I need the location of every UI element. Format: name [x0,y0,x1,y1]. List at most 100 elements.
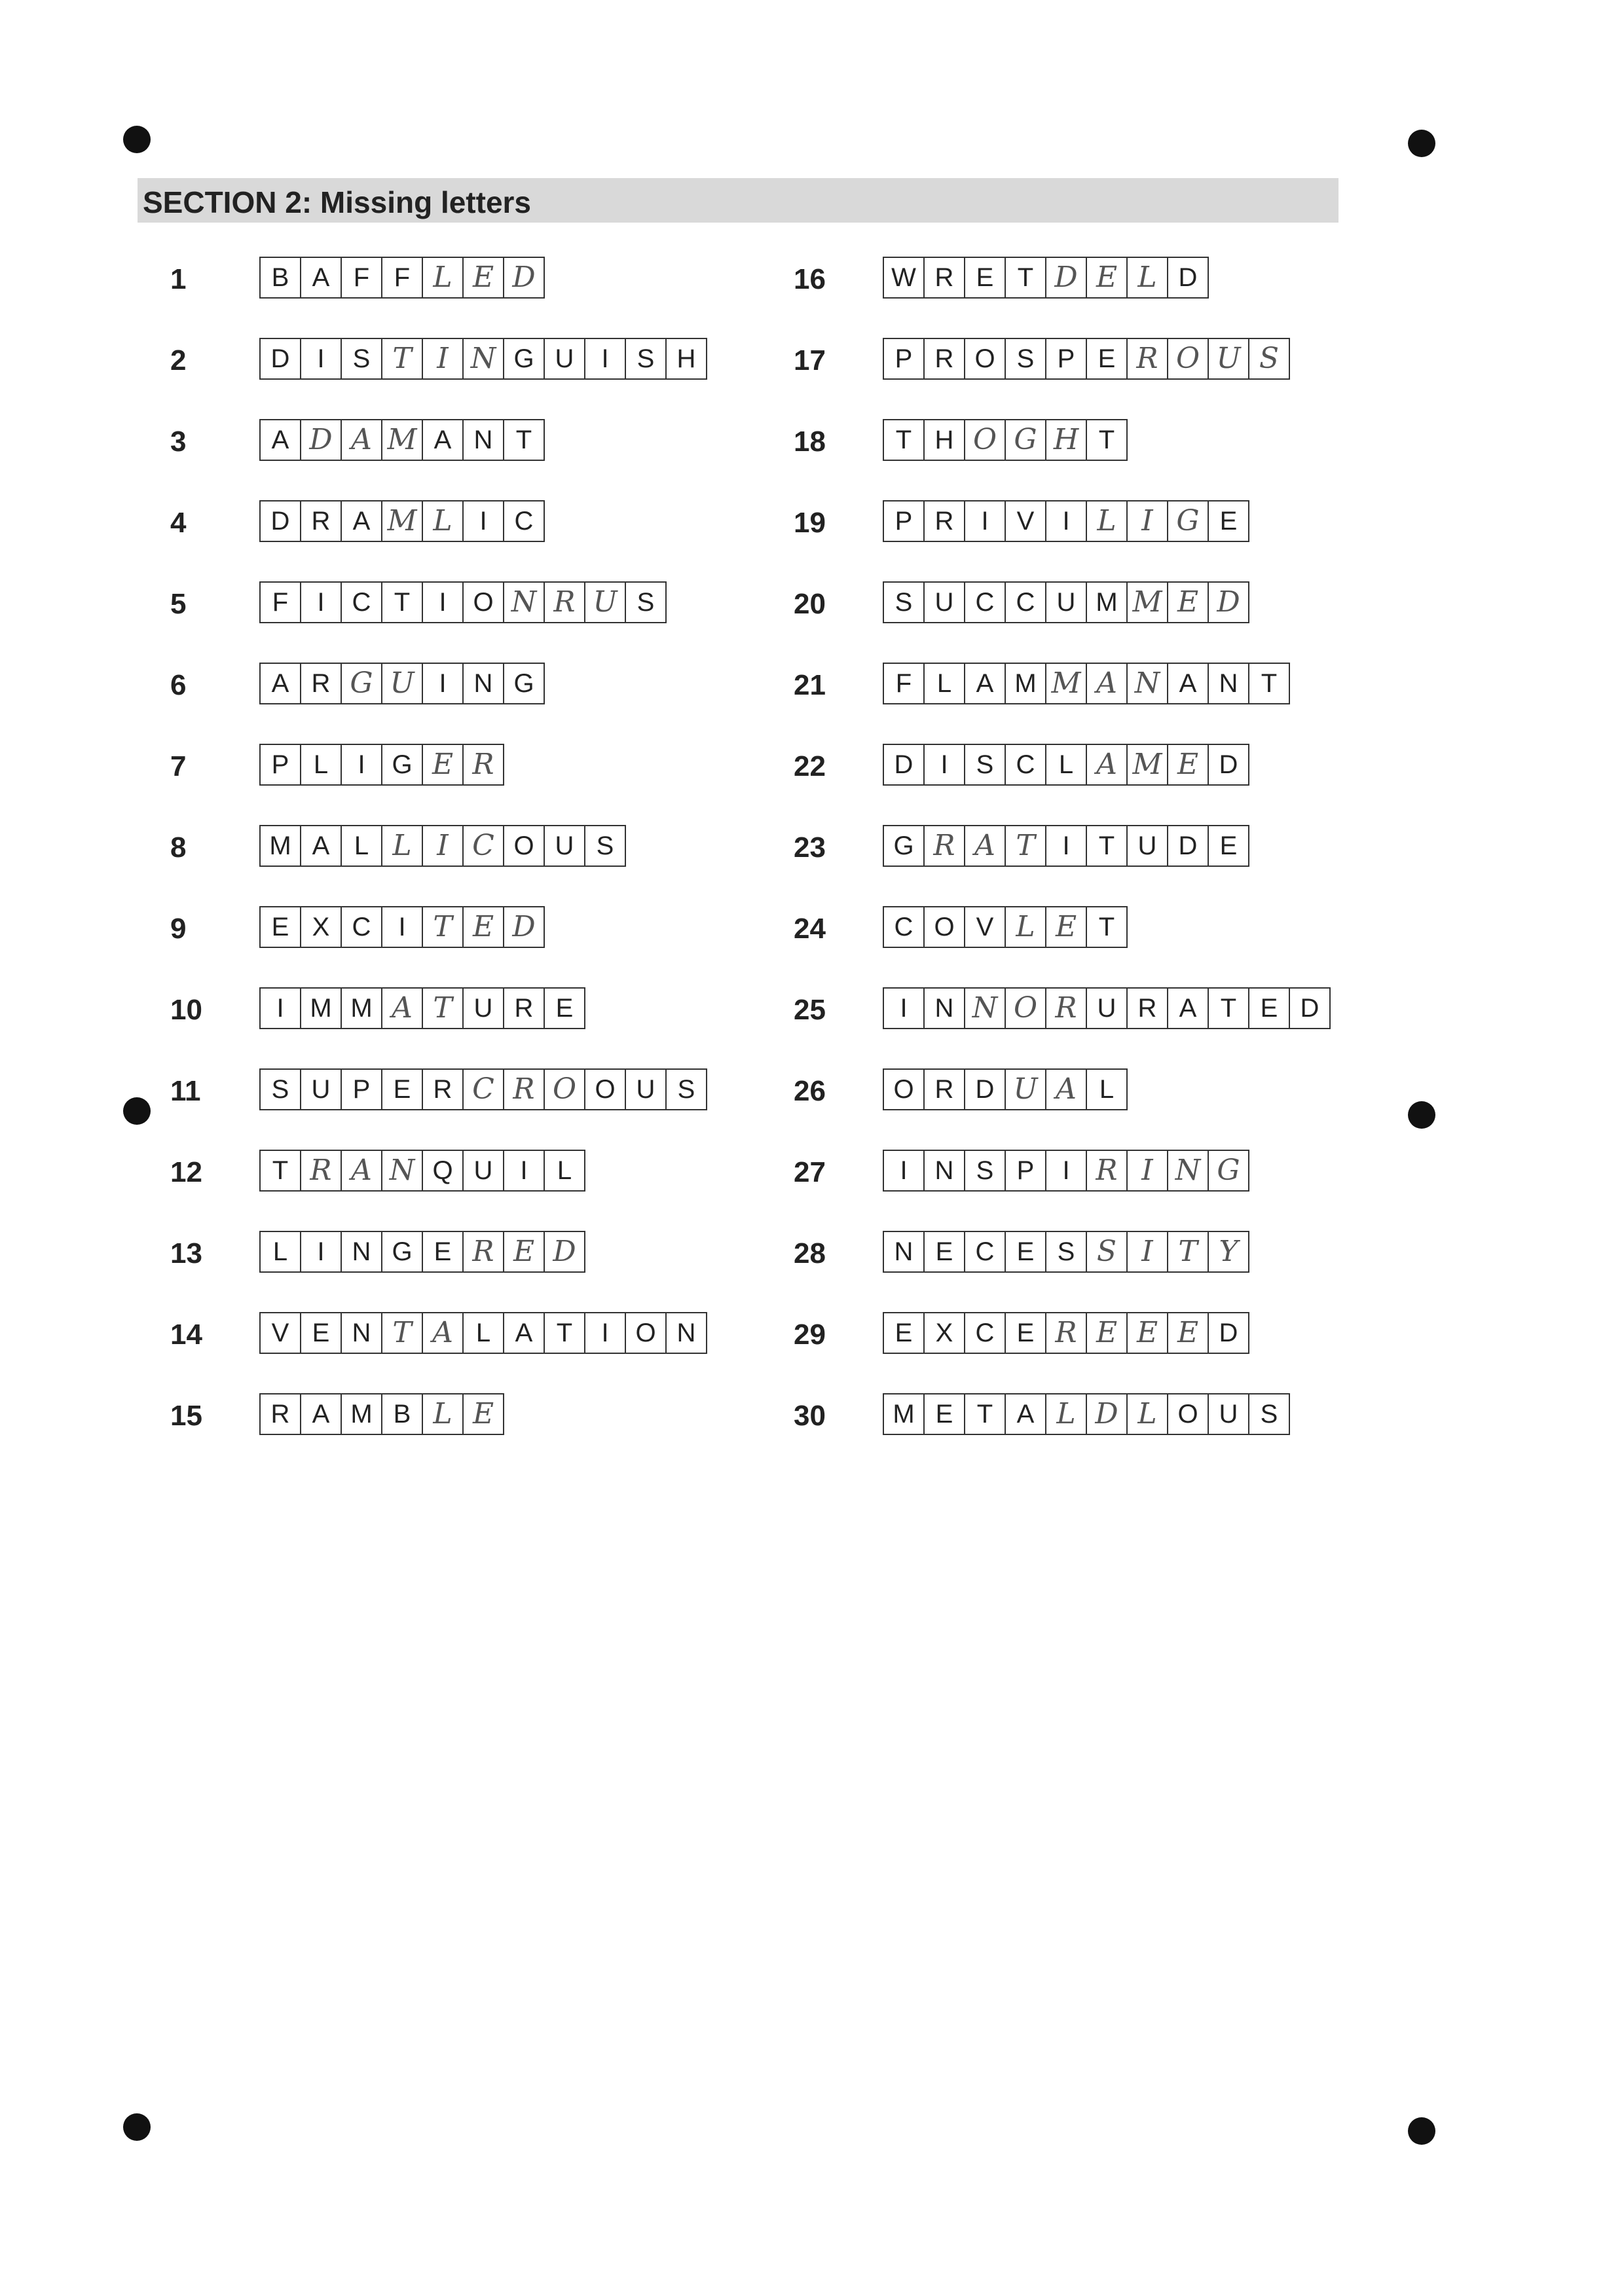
letter-box-filled[interactable]: A [341,420,381,460]
letter-box-filled[interactable]: N [503,583,544,622]
letter-box-filled[interactable]: L [1045,1394,1086,1434]
letter-box-filled[interactable]: G [1208,1151,1248,1190]
letter-box-filled[interactable]: N [462,339,503,378]
letter-box-filled[interactable]: D [1086,1394,1126,1434]
letter-box-filled[interactable]: A [1045,1070,1086,1109]
letter-box-filled[interactable]: N [1167,1151,1208,1190]
letter-box-filled[interactable]: A [422,1313,462,1353]
letter-box-filled[interactable]: E [1167,1313,1208,1353]
letter-box: O [503,826,544,866]
letter-box-filled[interactable]: I [1126,501,1167,541]
letter-box-filled[interactable]: M [1126,583,1167,622]
letter-box-filled[interactable]: E [1086,1313,1126,1353]
letter-box: B [271,263,289,292]
letter-box-filled[interactable]: O [544,1070,584,1109]
letter-box-filled[interactable]: T [1167,1232,1208,1271]
letter-box-filled[interactable]: E [462,907,503,947]
letter-box-filled[interactable]: D [503,258,544,297]
letter-box-filled[interactable]: N [381,1151,422,1190]
letter-box: E [544,989,584,1028]
letter-box-filled[interactable]: D [503,907,544,947]
letter-box-filled[interactable]: O [964,420,1005,460]
letter-box-filled[interactable]: C [462,1070,503,1109]
letter-box-filled[interactable]: L [422,1394,462,1434]
letter-box-filled[interactable]: R [1086,1151,1126,1190]
letter-box-filled[interactable]: E [1126,1313,1167,1353]
letter-box-filled[interactable]: E [1167,745,1208,784]
letter-box-filled[interactable]: A [964,826,1005,866]
letter-box-filled[interactable]: L [1126,1394,1167,1434]
question-number: 13 [170,1237,202,1269]
letter-box-filled[interactable]: A [381,989,422,1028]
letter-box-filled[interactable]: R [1045,989,1086,1028]
letter-box-filled[interactable]: L [1086,501,1126,541]
letter-box-filled[interactable]: S [1248,339,1289,378]
letter-box-filled[interactable]: U [1208,339,1248,378]
letter-box-filled[interactable]: E [462,1394,503,1434]
letter-box-filled[interactable]: E [1086,258,1126,297]
letter-box-filled[interactable]: G [1005,420,1045,460]
letter-box: C [964,1313,1005,1353]
letter-box: S [271,1075,289,1104]
letter-box-filled[interactable]: G [1167,501,1208,541]
letter-box-filled[interactable]: U [584,583,625,622]
letter-box-filled[interactable]: C [462,826,503,866]
letter-box-filled[interactable]: E [422,745,462,784]
letter-box-filled[interactable]: N [964,989,1005,1028]
letter-box-filled[interactable]: A [341,1151,381,1190]
letter-box-filled[interactable]: R [1126,339,1167,378]
letter-box-filled[interactable]: E [1167,583,1208,622]
letter-box-filled[interactable]: A [1086,664,1126,703]
letter-box-filled[interactable]: L [1126,258,1167,297]
letter-box-filled[interactable]: E [1045,907,1086,947]
letter-box-filled[interactable]: E [503,1232,544,1271]
letter-box-filled[interactable]: T [422,907,462,947]
letter-box-filled[interactable]: H [1045,420,1086,460]
letter-box-filled[interactable]: G [341,664,381,703]
letter-box-filled[interactable]: D [1208,583,1248,622]
letter-box-filled[interactable]: L [381,826,422,866]
letter-box-filled[interactable]: M [381,501,422,541]
letter-box-filled[interactable]: M [381,420,422,460]
letter-box-filled[interactable]: R [462,745,503,784]
letter-box: U [1086,989,1126,1028]
letter-box-filled[interactable]: O [1167,339,1208,378]
letter-box-filled[interactable]: N [1126,664,1167,703]
letter-box-filled[interactable]: I [1126,1151,1167,1190]
letter-box: I [381,907,422,947]
letter-box-filled[interactable]: L [1005,907,1045,947]
letter-box-filled[interactable]: U [381,664,422,703]
letter-box-filled[interactable]: T [381,1313,422,1353]
letter-box-filled[interactable]: D [544,1232,584,1271]
letter-box-filled[interactable]: T [422,989,462,1028]
question-number: 26 [794,1075,826,1107]
letter-box-filled[interactable]: M [1045,664,1086,703]
letter-box-filled[interactable]: L [422,501,462,541]
letter-box: E [1208,826,1248,866]
letter-box-filled[interactable]: R [462,1232,503,1271]
letter-box-filled[interactable]: T [1005,826,1045,866]
letter-box-filled[interactable]: I [1126,1232,1167,1271]
letter-box-filled[interactable]: R [923,826,964,866]
letter-box-filled[interactable]: T [381,339,422,378]
letter-box-filled[interactable]: Y [1208,1232,1248,1271]
letter-box-filled[interactable]: D [300,420,341,460]
letter-box: L [1086,1070,1126,1109]
letter-box-filled[interactable]: U [1005,1070,1045,1109]
letter-box-filled[interactable]: A [1086,745,1126,784]
letter-box-filled[interactable]: I [422,339,462,378]
letter-box-filled[interactable]: R [503,1070,544,1109]
letter-box-filled[interactable]: O [1005,989,1045,1028]
letter-box-filled[interactable]: E [462,258,503,297]
question-number: 16 [794,263,826,295]
letter-box-filled[interactable]: S [1086,1232,1126,1271]
letter-box-filled[interactable]: R [1045,1313,1086,1353]
letter-box: T [964,1394,1005,1434]
letter-box-filled[interactable]: R [300,1151,341,1190]
letter-box-filled[interactable]: L [422,258,462,297]
letter-box-filled[interactable]: I [422,826,462,866]
letter-box-filled[interactable]: D [1045,258,1086,297]
letter-box-filled[interactable]: R [544,583,584,622]
letter-box-filled[interactable]: M [1126,745,1167,784]
letter-box: A [1005,1394,1045,1434]
